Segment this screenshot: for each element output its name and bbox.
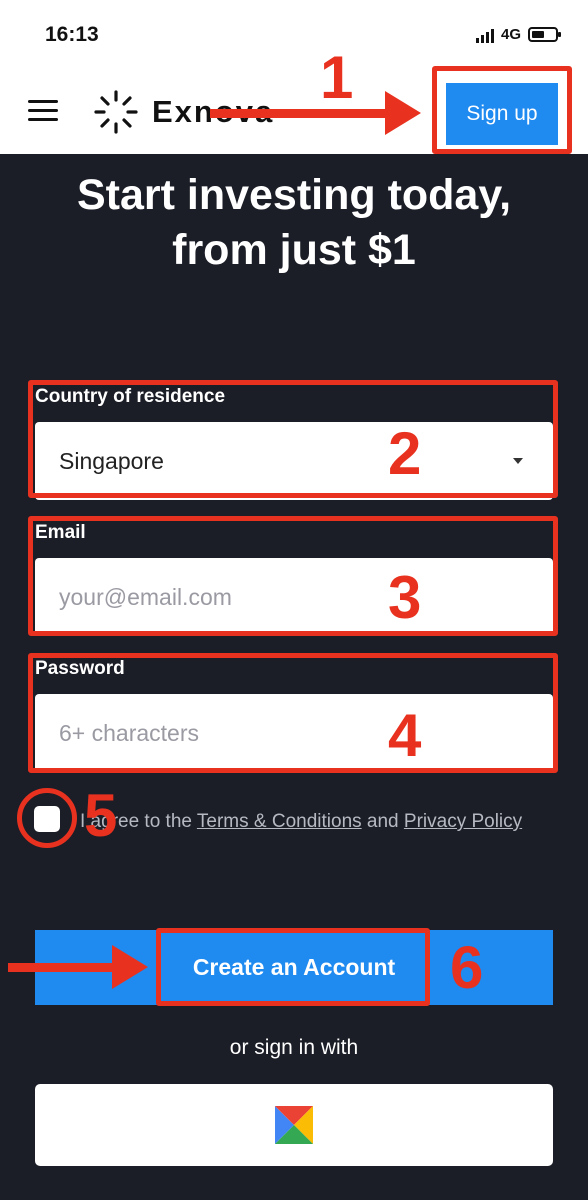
email-placeholder: your@email.com <box>59 584 232 610</box>
annotation-arrow-1 <box>210 109 390 118</box>
hero-title: Start investing today, from just $1 <box>0 168 588 278</box>
terms-conditions-link[interactable]: Terms & Conditions <box>197 811 362 832</box>
hero-title-line-2: from just $1 <box>172 226 416 274</box>
signal-icon <box>475 27 494 43</box>
country-select[interactable]: Singapore <box>35 422 553 500</box>
terms-text: I agree to the Terms & Conditions and Pr… <box>80 805 530 838</box>
hero-title-line-1: Start investing today, <box>76 171 512 219</box>
annotation-arrow-6 <box>8 963 118 972</box>
annotation-number-3: 3 <box>388 564 422 631</box>
annotation-arrowhead-6 <box>112 945 148 989</box>
annotation-number-5: 5 <box>84 782 118 849</box>
annotation-number-4: 4 <box>388 702 422 769</box>
terms-middle: and <box>361 811 404 832</box>
status-bar: 16:13 4G <box>0 0 588 70</box>
country-value: Singapore <box>59 448 164 474</box>
google-icon <box>275 1106 313 1144</box>
annotation-number-1: 1 <box>320 44 354 111</box>
sign-up-button[interactable]: Sign up <box>446 83 558 145</box>
status-indicators: 4G <box>475 26 561 43</box>
annotation-arrowhead-1 <box>385 91 421 135</box>
alt-signin-text: or sign in with <box>229 1036 359 1059</box>
email-label: Email <box>35 522 86 543</box>
privacy-policy-link[interactable]: Privacy Policy <box>404 811 522 832</box>
email-field[interactable]: your@email.com <box>35 558 553 636</box>
annotation-number-2: 2 <box>388 420 422 487</box>
google-signin-button[interactable] <box>35 1084 553 1166</box>
password-label: Password <box>35 658 125 679</box>
exnova-logo <box>94 90 138 134</box>
password-field[interactable]: 6+ characters <box>35 694 553 772</box>
country-label: Country of residence <box>35 386 226 407</box>
battery-icon <box>528 27 561 42</box>
hamburger-icon[interactable] <box>28 98 58 124</box>
status-time: 16:13 <box>45 23 99 46</box>
terms-checkbox[interactable] <box>34 806 60 832</box>
password-placeholder: 6+ characters <box>59 720 199 746</box>
caret-down-icon <box>513 458 523 464</box>
network-type: 4G <box>500 26 521 43</box>
annotation-number-6: 6 <box>450 934 484 1001</box>
